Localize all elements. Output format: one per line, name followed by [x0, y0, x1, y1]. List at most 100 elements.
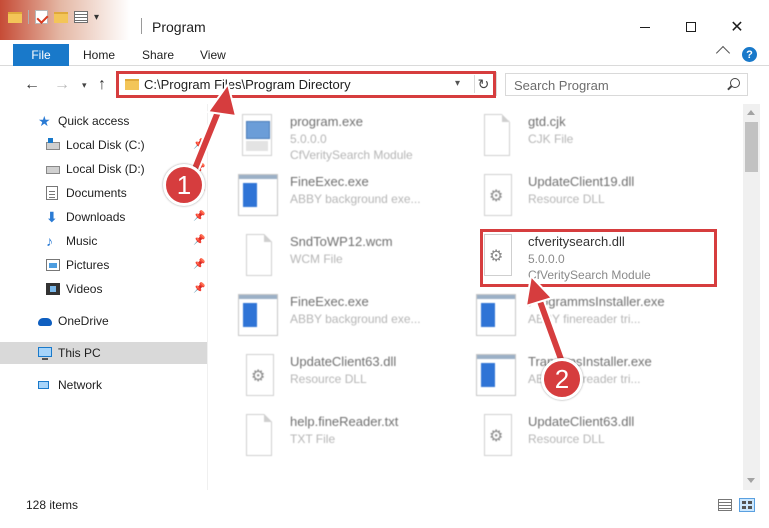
drive-icon — [46, 138, 60, 150]
tiles-view-icon[interactable] — [739, 498, 755, 512]
details-view-icon[interactable] — [718, 499, 732, 511]
pictures-icon — [46, 259, 60, 271]
file-name: gtd.cjk — [528, 114, 566, 129]
expand-ribbon-chevron-icon[interactable] — [715, 45, 731, 61]
dll-file-icon — [484, 414, 512, 456]
file-tile[interactable]: SndToWP12.wcm WCM File — [216, 228, 461, 282]
pc-icon — [38, 347, 52, 360]
file-name: UpdateClient19.dll — [528, 174, 635, 189]
pin-icon: 📌 — [193, 211, 206, 222]
nav-label: Local Disk (C:) — [66, 138, 145, 152]
file-tile[interactable]: gtd.cjk CJK File — [454, 108, 699, 162]
search-box[interactable] — [505, 73, 748, 96]
help-icon[interactable]: ? — [742, 47, 757, 62]
up-arrow-icon[interactable]: ↑ — [98, 76, 106, 94]
folder-icon — [125, 79, 139, 90]
scroll-up-arrow-icon[interactable] — [747, 110, 755, 115]
file-tile-cfveritysearch[interactable]: cfveritysearch.dll 5.0.0.0 CfVeritySearc… — [454, 228, 699, 282]
file-description: CfVeritySearch Module — [528, 268, 651, 282]
file-tile[interactable]: UpdateClient19.dll Resource DLL — [454, 168, 699, 222]
window-title: Program — [152, 19, 206, 35]
nav-item-downloads[interactable]: ⬇ Downloads 📌 — [0, 206, 207, 228]
new-folder-icon[interactable] — [54, 11, 68, 23]
nav-label: Downloads — [66, 210, 126, 224]
nav-label: Network — [58, 378, 103, 392]
file-version: 5.0.0.0 — [528, 252, 565, 266]
drive-icon — [46, 166, 60, 174]
downloads-icon: ⬇ — [46, 209, 58, 225]
recent-locations-chevron-icon[interactable]: ▾ — [82, 80, 87, 91]
forward-arrow-icon[interactable]: → — [54, 76, 70, 94]
title-divider — [141, 18, 142, 34]
file-tile[interactable]: UpdateClient63.dll Resource DLL — [454, 408, 699, 462]
close-button[interactable]: ✕ — [714, 14, 760, 40]
documents-icon — [46, 186, 58, 200]
file-tile[interactable]: program.exe 5.0.0.0 CfVeritySearch Modul… — [216, 108, 461, 162]
exe-file-icon — [476, 294, 516, 336]
file-description: ABBY background exe... — [290, 192, 421, 206]
back-arrow-icon[interactable]: ← — [24, 76, 40, 94]
vertical-scrollbar[interactable] — [743, 104, 760, 490]
toolbar-divider — [28, 10, 29, 24]
nav-label: Pictures — [66, 258, 110, 272]
nav-label: OneDrive — [58, 314, 109, 328]
search-icon[interactable] — [730, 78, 740, 88]
tab-share[interactable]: Share — [142, 44, 174, 66]
file-tile[interactable]: help.fineReader.txt TXT File — [216, 408, 461, 462]
properties-check-icon[interactable] — [35, 10, 48, 24]
file-tile[interactable]: ProgrammsInstaller.exe ABBY finereader t… — [454, 288, 699, 342]
nav-item-network[interactable]: Network — [0, 374, 207, 396]
nav-item-music[interactable]: ♪ Music 📌 — [0, 230, 207, 252]
address-bar[interactable]: C:\Program Files\Program Directory ▾ ↻ — [117, 72, 497, 96]
file-name: FineExec.exe — [290, 174, 369, 189]
dll-file-icon — [484, 234, 512, 276]
file-tile[interactable]: FineExec.exe ABBY background exe... — [216, 288, 461, 342]
navigation-pane: ★ Quick access Local Disk (C:) 📌 Local D… — [0, 104, 207, 490]
dll-file-icon — [246, 354, 274, 396]
exe-file-icon — [238, 294, 278, 336]
address-dropdown-icon[interactable]: ▾ — [455, 78, 460, 89]
document-file-icon — [484, 114, 510, 156]
file-name: ProgrammsInstaller.exe — [528, 294, 665, 309]
scroll-thumb[interactable] — [745, 122, 758, 172]
nav-item-videos[interactable]: Videos 📌 — [0, 278, 207, 300]
setup-file-icon — [242, 114, 272, 156]
file-type: TXT File — [290, 432, 336, 446]
exe-file-icon — [238, 174, 278, 216]
step-badge-2: 2 — [541, 358, 583, 400]
quick-access-toolbar: ▾ — [8, 10, 99, 24]
file-list: program.exe 5.0.0.0 CfVeritySearch Modul… — [208, 104, 743, 490]
nav-item-onedrive[interactable]: OneDrive — [0, 310, 207, 332]
maximize-icon — [686, 22, 696, 32]
customize-dropdown-icon[interactable]: ▾ — [94, 12, 99, 23]
nav-item-local-disk-c[interactable]: Local Disk (C:) 📌 — [0, 134, 207, 156]
file-type: Resource DLL — [528, 192, 605, 206]
address-path[interactable]: C:\Program Files\Program Directory — [144, 77, 351, 92]
tab-view[interactable]: View — [200, 44, 226, 66]
file-version: 5.0.0.0 — [290, 132, 327, 146]
close-icon: ✕ — [730, 19, 744, 36]
step-badge-1: 1 — [163, 164, 205, 206]
file-name: cfveritysearch.dll — [528, 234, 625, 249]
file-tile[interactable]: UpdateClient63.dll Resource DLL — [216, 348, 461, 402]
file-description: CfVeritySearch Module — [290, 148, 413, 162]
maximize-button[interactable] — [668, 14, 714, 40]
tab-home[interactable]: Home — [83, 44, 115, 66]
file-type: CJK File — [528, 132, 574, 146]
file-name: SndToWP12.wcm — [290, 234, 393, 249]
scroll-down-arrow-icon[interactable] — [747, 478, 755, 483]
properties-icon[interactable] — [74, 11, 88, 23]
refresh-icon[interactable]: ↻ — [474, 75, 492, 93]
nav-item-pictures[interactable]: Pictures 📌 — [0, 254, 207, 276]
file-description: ABBY background exe... — [290, 312, 421, 326]
file-description: ABBY finereader tri... — [528, 312, 641, 326]
nav-item-this-pc[interactable]: This PC — [0, 342, 207, 364]
tab-file[interactable]: File — [13, 44, 69, 66]
ribbon: File Home Share View ? — [0, 44, 769, 66]
nav-item-quick-access[interactable]: ★ Quick access — [0, 110, 207, 132]
file-tile[interactable]: FineExec.exe ABBY background exe... — [216, 168, 461, 222]
search-input[interactable] — [514, 76, 714, 94]
minimize-button[interactable] — [622, 14, 668, 40]
folder-icon — [8, 11, 22, 23]
file-name: UpdateClient63.dll — [528, 414, 635, 429]
